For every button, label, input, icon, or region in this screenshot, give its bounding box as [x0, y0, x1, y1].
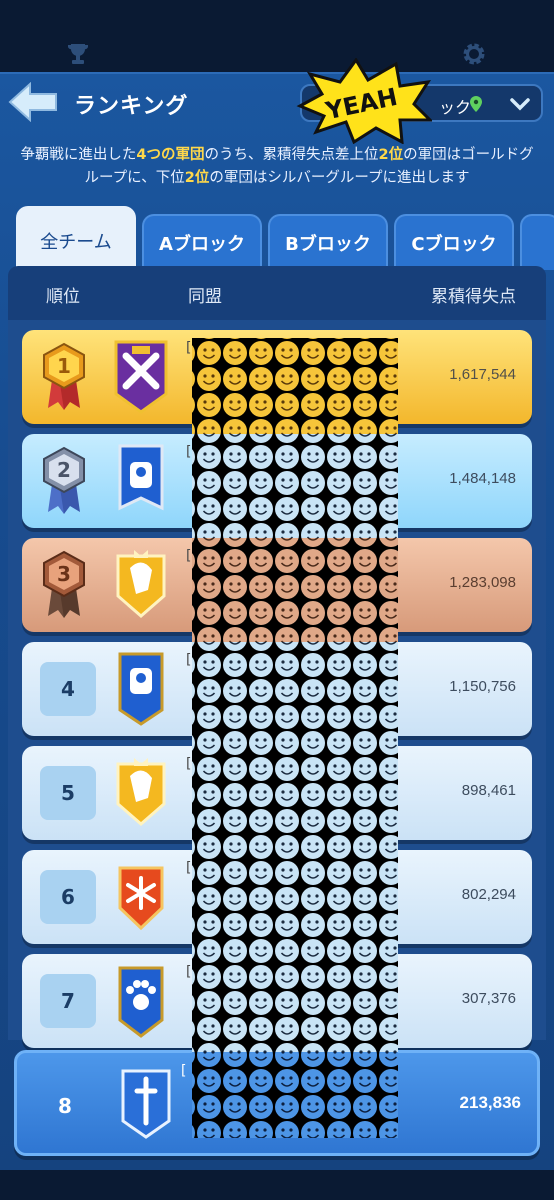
snowflake-crest-icon [118, 866, 164, 931]
lion-crest-icon [116, 550, 166, 618]
rank-number: 5 [40, 766, 96, 820]
trophy-icon[interactable] [64, 40, 92, 68]
alliance-name: [ [186, 964, 192, 980]
bronze-medal-icon: 3 [43, 550, 85, 618]
score: 898,461 [461, 782, 516, 799]
top-status-strip [0, 0, 554, 72]
back-button[interactable] [8, 81, 60, 123]
gauntlet-crest-icon [118, 652, 164, 726]
chevron-down-icon [510, 98, 530, 111]
tab-b-block[interactable]: Bブロック [268, 214, 388, 270]
alliance-name: [ [186, 444, 192, 460]
location-pin-icon [470, 96, 482, 112]
alliance-name: [ [186, 652, 192, 668]
score: 1,617,544 [449, 366, 516, 383]
privacy-mask [192, 338, 398, 1138]
alliance-name: [ [186, 340, 192, 356]
rank-number: 6 [40, 870, 96, 924]
svg-text:3: 3 [57, 562, 71, 586]
sword-crest-icon [121, 1069, 171, 1139]
score: 1,283,098 [449, 574, 516, 591]
paw-crest-icon [118, 966, 164, 1038]
tab-a-block[interactable]: Aブロック [142, 214, 262, 270]
col-rank: 順位 [46, 287, 80, 307]
gold-medal-icon: 1 [43, 342, 85, 410]
block-select-value: ック [438, 98, 471, 117]
col-alliance: 同盟 [188, 287, 222, 307]
table-header: 順位 同盟 累積得失点 [8, 266, 546, 320]
tab-c-block[interactable]: Cブロック [394, 214, 514, 270]
alliance-name: [ [186, 756, 192, 772]
gear-icon[interactable] [460, 40, 488, 68]
score: 307,376 [461, 990, 516, 1007]
svg-text:2: 2 [57, 458, 71, 482]
svg-text:1: 1 [57, 354, 71, 378]
alliance-name: [ [186, 548, 192, 564]
tab-bar: 全チーム Aブロック Bブロック Cブロック [14, 206, 554, 270]
score: 1,484,148 [449, 470, 516, 487]
col-score: 累積得失点 [431, 287, 516, 307]
tab-all-teams[interactable]: 全チーム [16, 206, 136, 270]
rank-number: 4 [40, 662, 96, 716]
silver-medal-icon: 2 [43, 446, 85, 514]
page-title: ランキング [74, 94, 189, 119]
crossed-swords-crest-icon [114, 340, 168, 414]
tab-more[interactable] [520, 214, 554, 270]
description-text: 争覇戦に進出した4つの軍団のうち、累積得失点差上位2位の軍団はゴールドグループに… [20, 147, 534, 186]
rank-number: 8 [58, 1094, 72, 1118]
yeah-sticker: YEAH [296, 58, 432, 144]
alliance-name: [ [181, 1063, 187, 1079]
gauntlet-crest-icon [118, 444, 164, 511]
rank-number: 7 [40, 974, 96, 1028]
score: 213,836 [459, 1093, 521, 1112]
score: 1,150,756 [449, 678, 516, 695]
header: ランキング ック [0, 76, 554, 130]
alliance-name: [ [186, 860, 192, 876]
score: 802,294 [461, 886, 516, 903]
lion-crest-icon [116, 758, 166, 826]
bottom-strip [0, 1170, 554, 1200]
smiley-pattern [192, 338, 398, 1138]
back-arrow-icon [8, 81, 57, 123]
